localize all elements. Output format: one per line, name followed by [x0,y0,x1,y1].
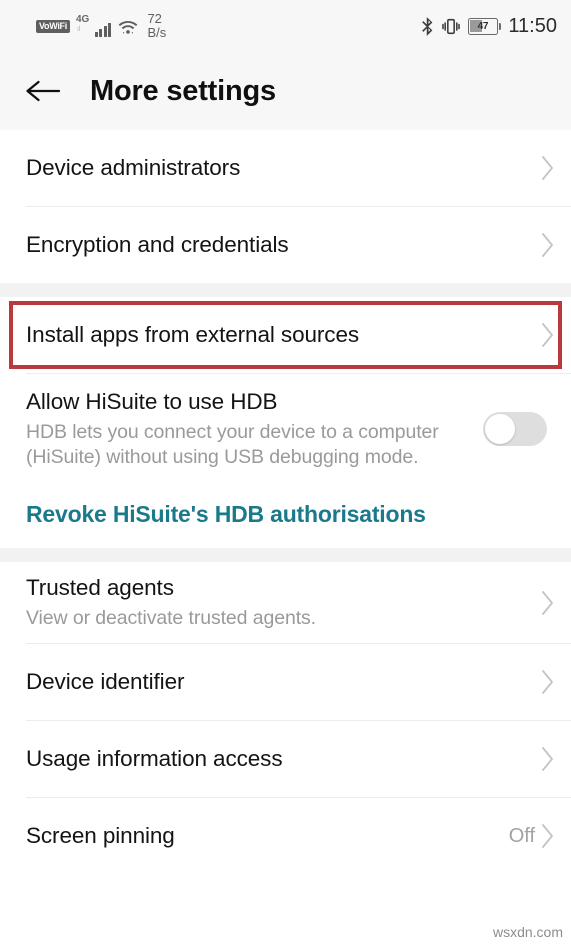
network-speed-indicator: 72 B/s [147,12,166,39]
list-item-subtitle: View or deactivate trusted agents. [26,606,316,629]
list-item-title: Trusted agents [26,574,174,600]
cellular-signal-icon: 4G ıl [76,15,112,37]
section-separator [0,547,571,562]
settings-list: Device administrators Encryption and cre… [0,130,571,875]
network-speed-value: 72 [147,11,162,27]
list-item-title: Allow HiSuite to use HDB [26,389,278,414]
toggle-knob [485,414,515,445]
status-bar-right: 47 11:50 [421,15,557,38]
screen-pinning-value: Off [508,824,535,847]
list-item-encryption-and-credentials[interactable]: Encryption and credentials [0,207,571,283]
vowifi-icon: VoWiFi [36,19,70,33]
status-bar: VoWiFi 4G ıl 72 B/s 47 11:50 [0,0,571,52]
clock-label: 11:50 [508,14,557,37]
network-speed-unit: B/s [147,25,167,40]
wifi-icon [119,20,138,34]
status-bar-left: VoWiFi 4G ıl 72 B/s [36,12,166,39]
list-item-screen-pinning[interactable]: Screen pinning Off [0,798,571,875]
hdb-toggle-switch[interactable] [483,412,547,447]
list-item-title: Install apps from external sources [26,321,360,347]
list-item-usage-information-access[interactable]: Usage information access [0,721,571,798]
battery-icon: 47 [467,17,502,35]
section-separator [0,283,571,297]
list-item-device-administrators[interactable]: Device administrators [0,130,571,206]
list-item-allow-hisuite-to-use-hdb[interactable]: Allow HiSuite to use HDB HDB lets you co… [0,374,571,485]
revoke-link-label: Revoke HiSuite's HDB authorisations [26,500,426,527]
watermark-label: wsxdn.com [492,924,563,940]
highlighted-item-wrapper: Install apps from external sources [0,297,571,373]
signal-bars-icon [94,23,112,37]
list-item-title: Device identifier [26,669,185,695]
chevron-right-icon [542,747,553,772]
network-type-label: 4G [75,14,90,25]
list-item-device-identifier[interactable]: Device identifier [0,644,571,721]
list-item-title: Device administrators [26,154,241,180]
chevron-right-icon [542,323,553,347]
list-item-title: Screen pinning [26,823,175,849]
chevron-right-icon [542,670,553,695]
list-item-title: Usage information access [26,746,283,772]
phone-screen: VoWiFi 4G ıl 72 B/s 47 11:50 More settin… [0,0,571,944]
chevron-right-icon [542,590,553,615]
revoke-hdb-authorisations-link[interactable]: Revoke HiSuite's HDB authorisations [0,484,571,548]
app-header: More settings [0,52,571,130]
list-item-install-apps-from-external-sources[interactable]: Install apps from external sources [0,297,571,373]
back-arrow-icon[interactable] [24,76,62,106]
list-item-trusted-agents[interactable]: Trusted agents View or deactivate truste… [0,561,571,644]
battery-level-label: 47 [477,20,489,32]
bluetooth-icon [422,17,433,36]
chevron-right-icon [542,824,553,849]
vibrate-icon [442,18,460,34]
page-title: More settings [90,74,276,107]
chevron-right-icon [542,156,553,180]
network-sub-label: ıl [76,26,81,33]
chevron-right-icon [542,233,553,257]
list-item-title: Encryption and credentials [26,231,289,257]
list-item-subtitle: HDB lets you connect your device to a co… [26,421,439,469]
